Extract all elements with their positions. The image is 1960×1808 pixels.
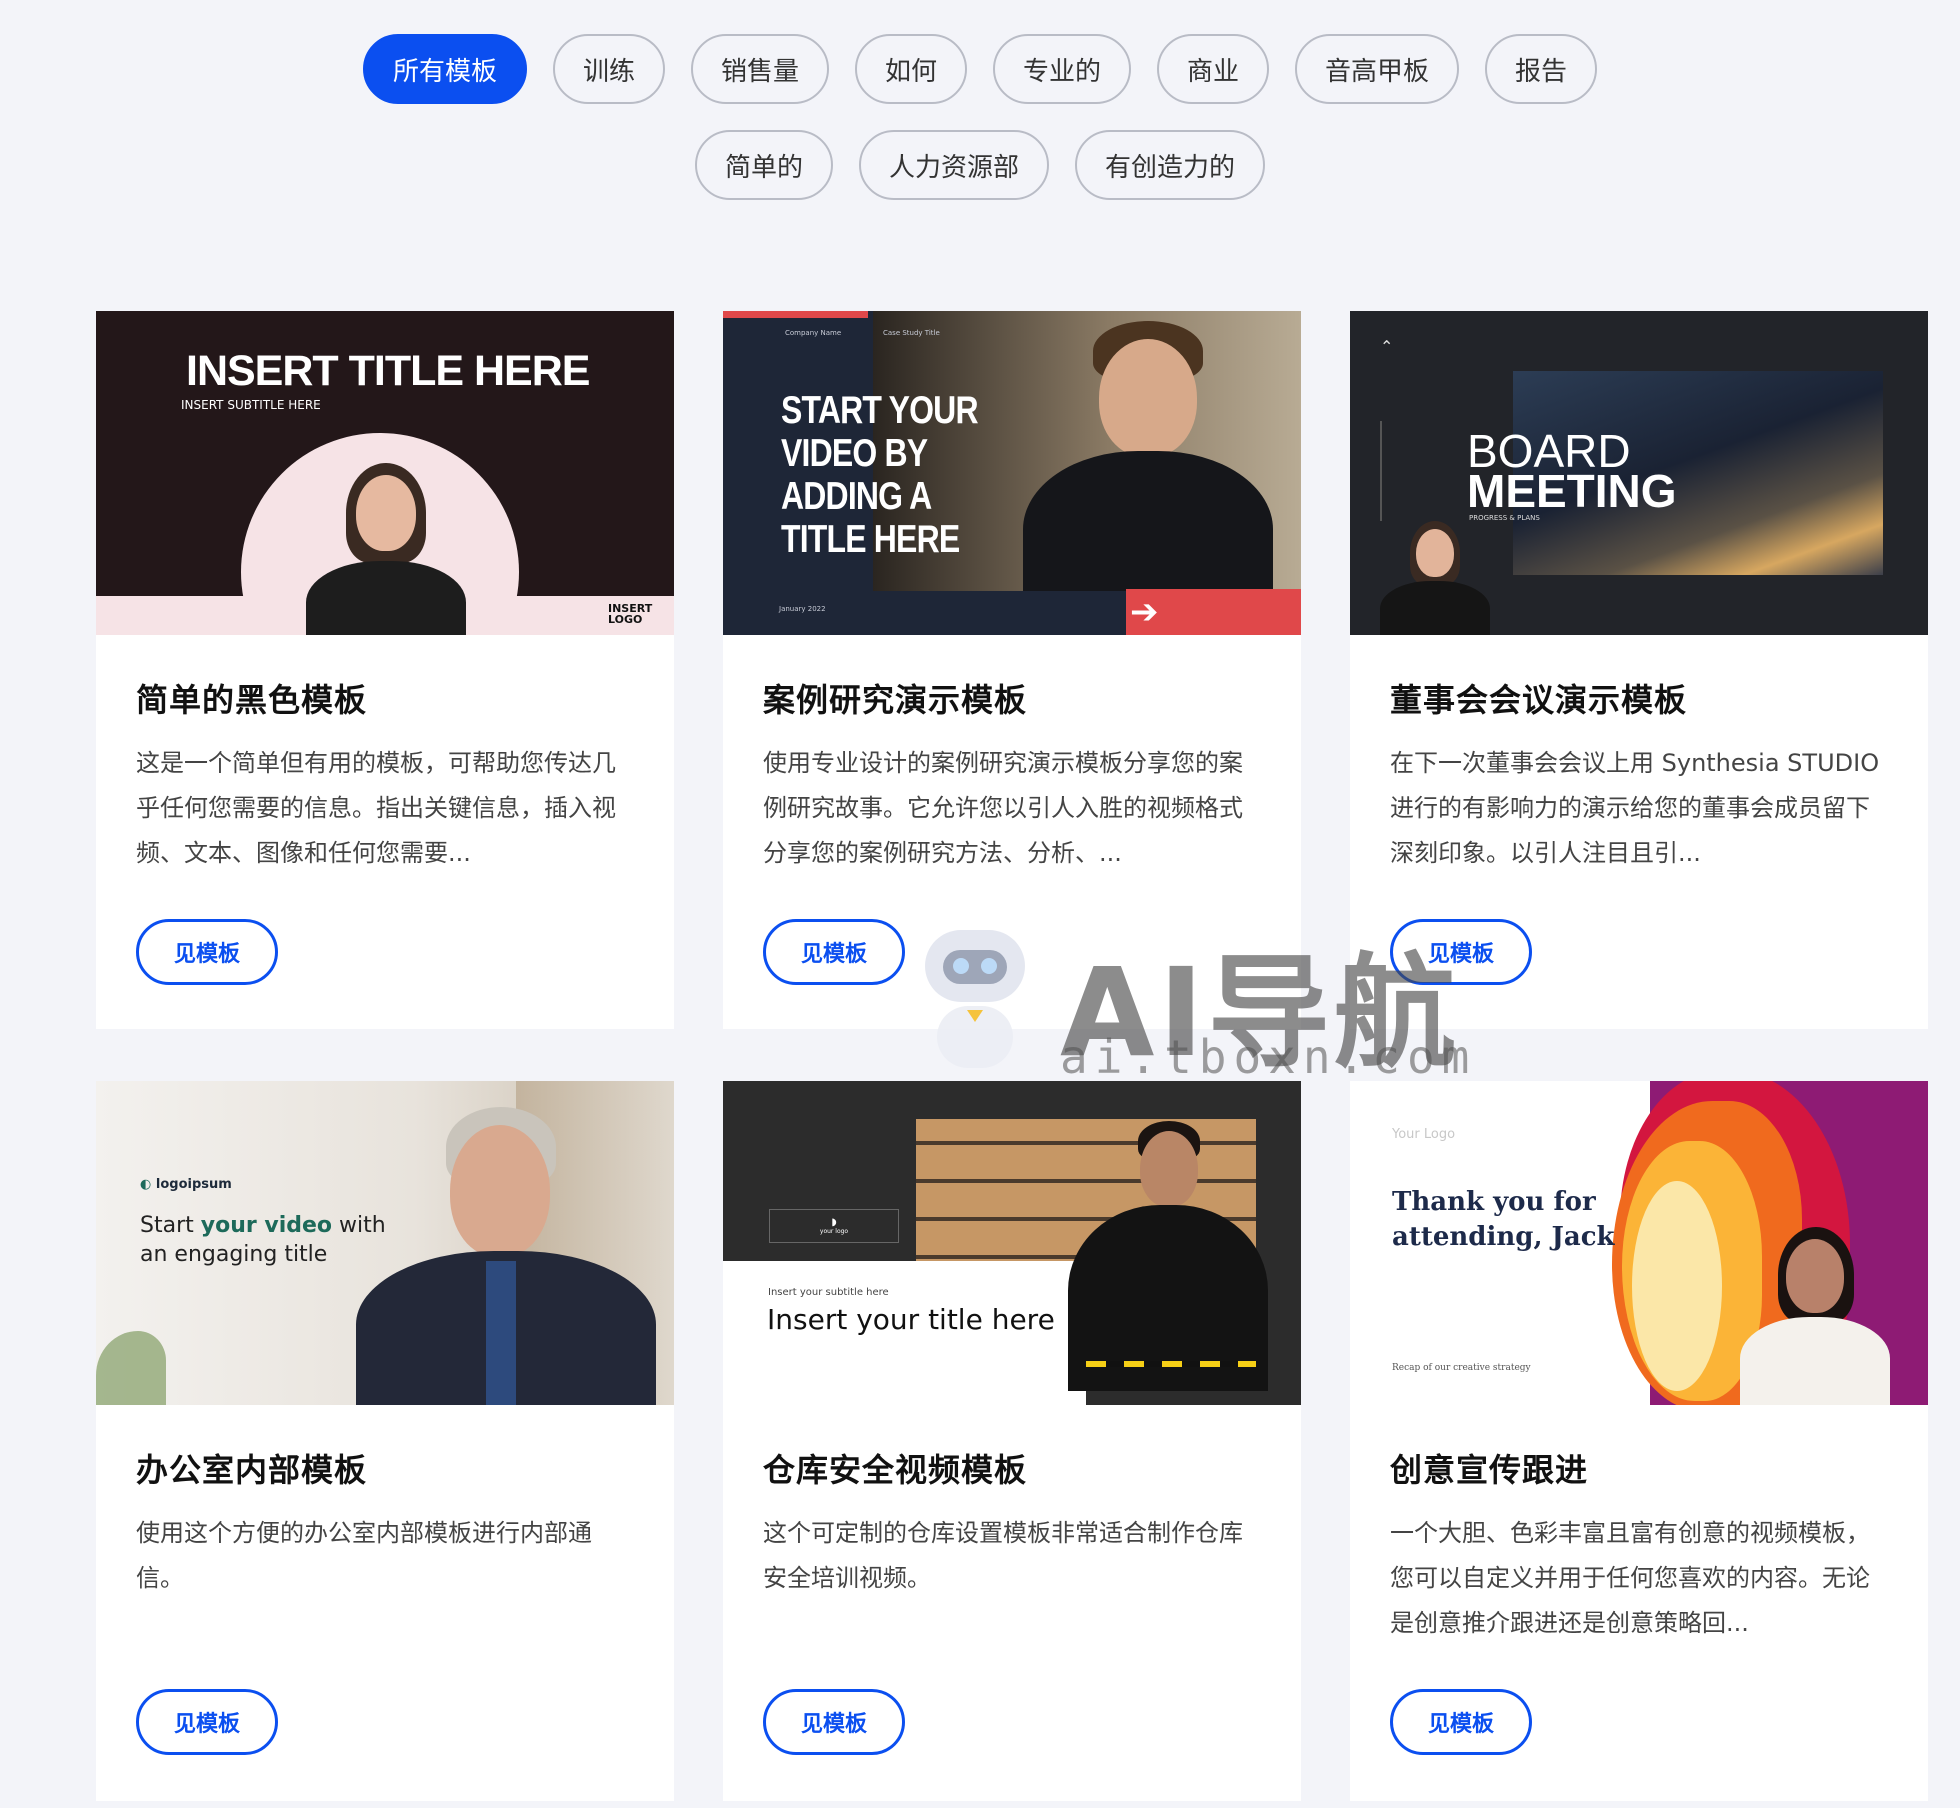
view-template-button[interactable]: 见模板	[1390, 919, 1532, 985]
template-card-simple-black[interactable]: INSERT TITLE HERE INSERT SUBTITLE HERE I…	[96, 311, 674, 1029]
thumb-subtitle: INSERT SUBTITLE HERE	[181, 398, 321, 412]
thumb-logo-box: ◗ your logo	[769, 1209, 899, 1243]
card-description: 这是一个简单但有用的模板，可帮助您传达几乎任何您需要的信息。指出关键信息，插入视…	[136, 749, 616, 867]
watermark-url: ai.tboxn.com	[1060, 1030, 1477, 1084]
thumb-plant	[96, 1331, 166, 1405]
thumb-logo-text: INSERT LOGO	[608, 602, 653, 626]
thumb-side-line	[1380, 421, 1382, 521]
view-template-button[interactable]: 见模板	[763, 1689, 905, 1755]
thumb-title-2: attending, Jack	[1392, 1222, 1615, 1252]
card-body: 办公室内部模板 使用这个方便的办公室内部模板进行内部通信。	[96, 1405, 674, 1646]
template-thumbnail[interactable]: ◗ your logo Insert your subtitle here In…	[723, 1081, 1301, 1405]
view-template-button[interactable]: 见模板	[136, 919, 278, 985]
template-card-office-internal[interactable]: ◐ logoipsum Start your video with an eng…	[96, 1081, 674, 1801]
template-thumbnail[interactable]: ➔ Company Name Case Study Title START YO…	[723, 311, 1301, 635]
thumb-wave-cream	[1632, 1181, 1722, 1391]
filter-how-to[interactable]: 如何	[854, 34, 967, 104]
presenter-image	[1720, 1227, 1910, 1405]
thumb-date: January 2022	[779, 605, 826, 613]
card-body: 仓库安全视频模板 这个可定制的仓库设置模板非常适合制作仓库安全培训视频。	[723, 1405, 1301, 1646]
filter-business[interactable]: 商业	[1157, 34, 1270, 104]
card-description: 使用专业设计的案例研究演示模板分享您的案例研究故事。它允许您以引人入胜的视频格式…	[763, 749, 1243, 867]
thumb-title-2: MEETING	[1467, 465, 1677, 517]
thumb-title: START YOUR VIDEO BY ADDING A TITLE HERE	[781, 389, 979, 561]
view-template-button[interactable]: 见模板	[1390, 1689, 1532, 1755]
logo-d-icon: ◗	[831, 1217, 837, 1228]
thumb-title: Insert your title here	[767, 1303, 1055, 1336]
card-title: 仓库安全视频模板	[763, 1451, 1028, 1489]
card-body: 简单的黑色模板 这是一个简单但有用的模板，可帮助您传达几乎任何您需要的信息。指出…	[96, 635, 674, 876]
presenter-image	[1068, 1121, 1268, 1391]
card-body: 案例研究演示模板 使用专业设计的案例研究演示模板分享您的案例研究故事。它允许您以…	[723, 635, 1301, 876]
filter-report[interactable]: 报告	[1485, 34, 1598, 104]
template-thumbnail[interactable]: ⌃ BOARD MEETING PROGRESS & PLANS	[1350, 311, 1928, 635]
thumb-arrow-box: ➔	[1126, 589, 1301, 635]
card-body: 董事会会议演示模板 在下一次董事会会议上用 Synthesia STUDIO 进…	[1350, 635, 1928, 876]
presenter-image	[1013, 321, 1283, 621]
template-thumbnail[interactable]: Your Logo Thank you for attending, Jack …	[1350, 1081, 1928, 1405]
thumb-subtitle: Recap of our creative strategy	[1392, 1363, 1531, 1373]
filter-professional[interactable]: 专业的	[993, 34, 1132, 104]
filter-row-2: 简单的 人力资源部 有创造力的	[0, 130, 1960, 200]
filter-row-1: 所有模板 训练 销售量 如何 专业的 商业 音高甲板 报告	[0, 34, 1960, 104]
card-title: 董事会会议演示模板	[1390, 681, 1688, 719]
presenter-image	[1370, 521, 1500, 635]
filter-training[interactable]: 训练	[552, 34, 665, 104]
thumb-logo: ◐ logoipsum	[140, 1177, 232, 1192]
filter-pitch-deck[interactable]: 音高甲板	[1295, 34, 1460, 104]
thumb-subtitle: Insert your subtitle here	[768, 1287, 889, 1298]
card-body: 创意宣传跟进 一个大胆、色彩丰富且富有创意的视频模板，您可以自定义并用于任何您喜…	[1350, 1405, 1928, 1646]
filter-all-templates[interactable]: 所有模板	[362, 34, 527, 104]
thumb-title: INSERT TITLE HERE	[186, 347, 590, 395]
thumb-logo: Your Logo	[1392, 1127, 1456, 1142]
card-title: 办公室内部模板	[136, 1451, 368, 1489]
view-template-button[interactable]: 见模板	[763, 919, 905, 985]
filter-simple[interactable]: 简单的	[694, 130, 833, 200]
template-card-creative-followup[interactable]: Your Logo Thank you for attending, Jack …	[1350, 1081, 1928, 1801]
thumb-company: Company Name	[785, 329, 842, 337]
presenter-image	[286, 461, 486, 635]
thumb-title: Start your video with an engaging title	[140, 1213, 386, 1267]
thumb-subtitle: PROGRESS & PLANS	[1469, 514, 1540, 522]
template-thumbnail[interactable]: INSERT TITLE HERE INSERT SUBTITLE HERE I…	[96, 311, 674, 635]
logo-chevron-icon: ⌃	[1380, 337, 1394, 356]
card-description: 这个可定制的仓库设置模板非常适合制作仓库安全培训视频。	[763, 1519, 1243, 1592]
card-description: 使用这个方便的办公室内部模板进行内部通信。	[136, 1519, 592, 1592]
filter-creative[interactable]: 有创造力的	[1075, 130, 1266, 200]
card-description: 一个大胆、色彩丰富且富有创意的视频模板，您可以自定义并用于任何您喜欢的内容。无论…	[1390, 1519, 1870, 1637]
card-title: 简单的黑色模板	[136, 681, 368, 719]
thumb-red-strip	[723, 311, 868, 318]
thumb-title-1: Thank you for	[1392, 1187, 1596, 1217]
view-template-button[interactable]: 见模板	[136, 1689, 278, 1755]
card-title: 案例研究演示模板	[763, 681, 1028, 719]
template-card-board-meeting[interactable]: ⌃ BOARD MEETING PROGRESS & PLANS 董事会会议演示…	[1350, 311, 1928, 1029]
card-description: 在下一次董事会会议上用 Synthesia STUDIO 进行的有影响力的演示给…	[1390, 749, 1880, 867]
template-card-case-study[interactable]: ➔ Company Name Case Study Title START YO…	[723, 311, 1301, 1029]
template-thumbnail[interactable]: ◐ logoipsum Start your video with an eng…	[96, 1081, 674, 1405]
template-card-warehouse-safety[interactable]: ◗ your logo Insert your subtitle here In…	[723, 1081, 1301, 1801]
filter-hr[interactable]: 人力资源部	[858, 130, 1049, 200]
card-title: 创意宣传跟进	[1390, 1451, 1589, 1489]
logoipsum-icon: ◐	[140, 1177, 152, 1192]
filter-bar: 所有模板 训练 销售量 如何 专业的 商业 音高甲板 报告 简单的 人力资源部 …	[0, 34, 1960, 226]
thumb-hazard-stripe	[1086, 1361, 1256, 1367]
thumb-case: Case Study Title	[883, 329, 940, 337]
arrow-right-icon: ➔	[1130, 592, 1159, 632]
filter-sales[interactable]: 销售量	[690, 34, 829, 104]
presenter-image	[346, 1101, 666, 1405]
